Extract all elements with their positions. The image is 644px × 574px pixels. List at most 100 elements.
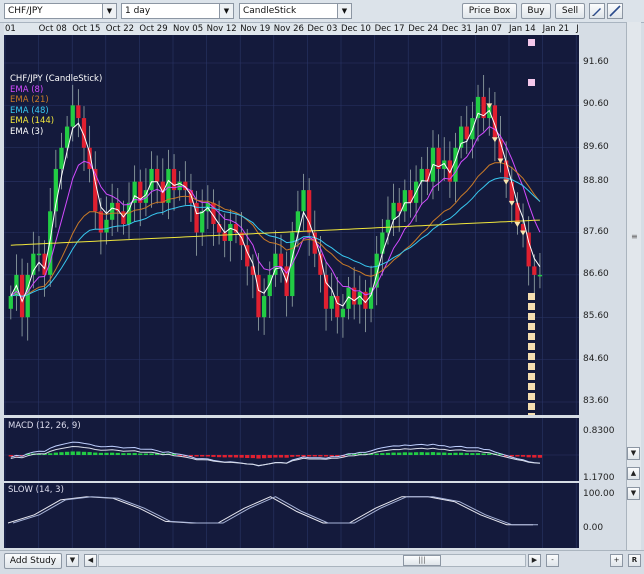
price-level-marker	[528, 383, 535, 390]
slow-chart	[4, 483, 577, 548]
candle	[228, 224, 233, 241]
macd-bar	[126, 453, 132, 455]
chart-legend: CHF/JPY (CandleStick) EMA (8) EMA (21) E…	[10, 74, 102, 137]
sell-button[interactable]: Sell	[555, 3, 585, 19]
macd-bar	[307, 455, 312, 457]
candle	[323, 274, 329, 309]
slow-axis-top: 100.00	[583, 489, 615, 499]
date-tick-label: Nov 19	[240, 24, 271, 34]
price-level-marker	[528, 413, 535, 415]
candle	[380, 232, 385, 254]
price-chart-pane[interactable]: CHF/JPY (CandleStick) EMA (8) EMA (21) E…	[4, 35, 579, 415]
macd-bar	[261, 455, 267, 459]
chevron-down-icon[interactable]: ▼	[219, 4, 233, 18]
zoom-in-icon[interactable]: +	[610, 554, 623, 567]
candle	[59, 147, 64, 169]
add-study-button[interactable]: Add Study	[4, 553, 62, 569]
macd-bar	[250, 455, 255, 459]
candle	[397, 202, 402, 212]
chevron-up-icon[interactable]: ▲	[627, 467, 640, 480]
candle	[340, 308, 346, 318]
price-level-marker	[528, 293, 535, 300]
macd-bar	[87, 452, 92, 455]
macd-bar	[104, 452, 109, 455]
macd-bar	[233, 455, 239, 458]
interval-select[interactable]: 1 day ▼	[121, 3, 234, 19]
macd-bar	[278, 455, 284, 458]
candle	[509, 181, 514, 203]
price-level-marker	[528, 313, 535, 320]
macd-bar	[121, 453, 126, 455]
candle	[402, 190, 407, 212]
bottom-bar: Add Study ▼ ◀ ||| ▶ - + R	[0, 550, 644, 574]
candle	[216, 224, 222, 233]
reset-button[interactable]: R	[628, 554, 641, 567]
price-level-marker	[528, 353, 535, 360]
price-tick-label: 83.60	[583, 396, 609, 406]
vertical-scrollbar[interactable]: ≡ ▼ ▲ ▼	[626, 22, 641, 550]
macd-bar	[273, 455, 278, 458]
candle	[278, 253, 284, 267]
date-tick-label: Nov 12	[206, 24, 237, 34]
candle	[537, 274, 543, 277]
macd-bar	[109, 452, 115, 455]
macd-bar	[76, 451, 81, 455]
price-level-marker	[528, 323, 535, 330]
macd-bar	[301, 455, 306, 457]
line-tool-icon[interactable]	[607, 3, 623, 19]
macd-bar	[64, 451, 70, 455]
price-box-button[interactable]: Price Box	[462, 3, 517, 19]
macd-bar	[425, 452, 430, 455]
chevron-down-icon[interactable]: ▼	[66, 554, 79, 567]
chevron-down-icon[interactable]: ▼	[337, 4, 351, 18]
candle	[301, 190, 306, 212]
date-tick-label: Dec 03	[307, 24, 338, 34]
date-tick-label: Oct 22	[105, 24, 135, 34]
symbol-select[interactable]: CHF/JPY ▼	[4, 3, 117, 19]
slow-axis-bottom: 0.00	[583, 523, 604, 533]
candle	[36, 253, 42, 256]
macd-bar	[53, 452, 58, 455]
macd-bar	[256, 455, 261, 459]
chevron-down-icon[interactable]: ▼	[627, 447, 640, 460]
macd-bar	[245, 455, 250, 458]
sell-signal-marker	[520, 230, 527, 236]
macd-bar	[442, 452, 447, 455]
price-tick-label: 84.60	[583, 353, 609, 364]
chart-style-select[interactable]: CandleStick ▼	[239, 3, 352, 19]
macd-bar	[487, 453, 492, 455]
macd-pane[interactable]: MACD (12, 26, 9)	[4, 418, 579, 481]
price-level-marker	[528, 373, 535, 380]
candle	[166, 168, 171, 203]
chevron-down-icon[interactable]: ▼	[627, 487, 640, 500]
candle	[385, 219, 391, 233]
legend-ema-21: EMA (21)	[10, 95, 49, 105]
sell-signal-marker	[514, 222, 521, 228]
sell-signal-marker	[491, 137, 498, 143]
candle	[177, 181, 182, 191]
macd-bar	[149, 453, 154, 455]
date-tick-label: Dec 17	[374, 24, 405, 34]
date-tick-label: 01	[5, 24, 16, 34]
price-axis: 91.60 90.60 89.60 88.80 87.60 86.60 85.60 84.60…	[579, 35, 626, 415]
zoom-out-icon[interactable]: -	[546, 554, 559, 567]
slow-pane[interactable]: SLOW (14, 3)	[4, 483, 579, 548]
buy-button[interactable]: Buy	[521, 3, 551, 19]
candle	[391, 202, 396, 220]
scroll-left-icon[interactable]: ◀	[84, 554, 97, 567]
date-tick-label: Jan 07	[475, 24, 503, 34]
macd-axis-top: 0.8300	[583, 426, 615, 436]
candle	[104, 219, 109, 233]
candle	[155, 168, 160, 182]
macd-chart	[4, 418, 579, 481]
candle	[200, 211, 205, 233]
scroll-thumb[interactable]: |||	[403, 555, 441, 566]
slow-d-line	[12, 496, 538, 526]
price-tick-label: 88.80	[583, 175, 609, 186]
scroll-grip-icon[interactable]: ≡	[631, 232, 638, 241]
date-tick-label: Jan 21	[542, 24, 570, 34]
horizontal-scrollbar[interactable]: |||	[98, 554, 526, 567]
pencil-icon[interactable]	[589, 3, 605, 19]
chevron-down-icon[interactable]: ▼	[102, 4, 116, 18]
scroll-right-icon[interactable]: ▶	[528, 554, 541, 567]
